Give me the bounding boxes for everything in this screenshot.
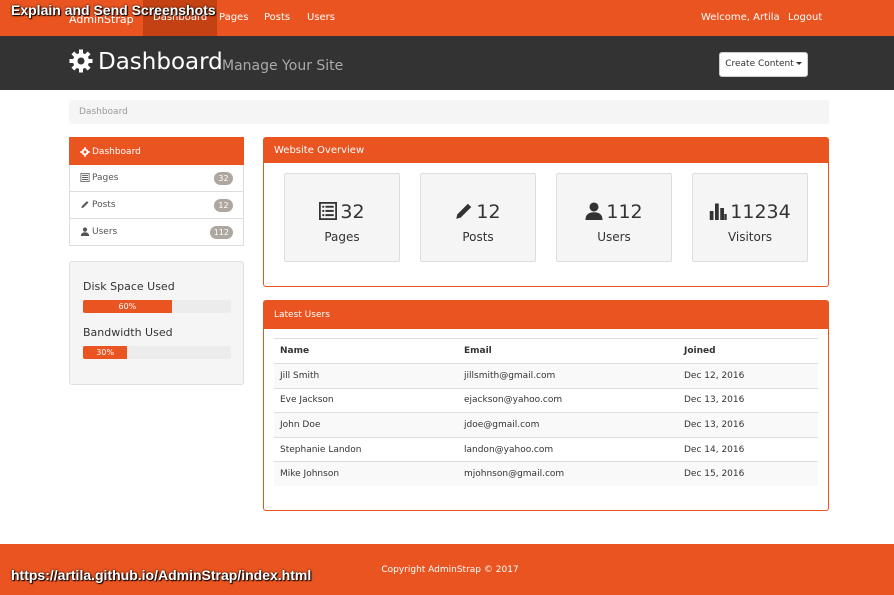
count-badge: 32 — [214, 172, 233, 185]
nav-users[interactable]: Users — [307, 0, 335, 36]
table-row: John Doe jdoe@gmail.com Dec 13, 2016 — [274, 412, 818, 438]
stat-value: 112 — [557, 201, 671, 223]
count-badge: 12 — [214, 199, 233, 212]
user-icon — [585, 202, 603, 220]
footer: Copyright AdminStrap © 2017 https://arti… — [0, 544, 894, 595]
panel-heading: Latest Users — [264, 301, 828, 329]
panel-heading: Website Overview — [264, 138, 828, 163]
user-name: Eve Jackson — [274, 388, 458, 414]
page-subtitle: Manage Your Site — [222, 58, 344, 74]
latest-users-panel: Latest Users Name Email Joined Jill Smit… — [263, 300, 829, 511]
sidebar-item-label: Users — [92, 227, 118, 237]
caret-down-icon — [795, 62, 802, 65]
nav-welcome[interactable]: Welcome, Artila — [701, 0, 780, 36]
user-name: Stephanie Landon — [274, 437, 458, 463]
usage-well: Disk Space Used 60% Bandwidth Used 30% — [69, 261, 244, 385]
sidebar-item-label: Pages — [92, 173, 119, 183]
breadcrumb-item[interactable]: Dashboard — [79, 107, 128, 117]
sidebar-item-label: Posts — [92, 200, 116, 210]
stat-label: Pages — [324, 230, 360, 244]
pencil-icon — [81, 201, 89, 209]
table-header-row: Name Email Joined — [274, 338, 818, 364]
create-content-label: Create Content — [725, 59, 794, 69]
disk-space-fill: 60% — [83, 300, 172, 313]
stat-posts: 12 Posts — [420, 173, 536, 262]
user-email: jdoe@gmail.com — [458, 412, 678, 438]
user-joined: Dec 12, 2016 — [678, 363, 818, 389]
bandwidth-label: Bandwidth Used — [83, 326, 173, 339]
user-joined: Dec 15, 2016 — [678, 461, 818, 487]
stat-visitors: 11234 Visitors — [692, 173, 808, 262]
list-icon — [319, 202, 338, 221]
breadcrumb: Dashboard — [69, 100, 829, 124]
stat-value: 11234 — [693, 201, 807, 223]
nav-pages[interactable]: Pages — [219, 0, 248, 36]
gear-icon — [80, 146, 90, 157]
stat-label: Users — [597, 230, 631, 244]
gear-icon — [69, 49, 93, 73]
stat-value: 12 — [421, 201, 535, 223]
website-overview-panel: Website Overview 32 Pages 12 Posts 112 U… — [263, 137, 829, 287]
list-icon — [80, 173, 90, 182]
user-email: landon@yahoo.com — [458, 437, 678, 463]
user-joined: Dec 13, 2016 — [678, 388, 818, 414]
sidebar-item-posts[interactable]: Posts 12 — [69, 192, 244, 219]
user-name: Mike Johnson — [274, 461, 458, 487]
user-name: Jill Smith — [274, 363, 458, 389]
pencil-icon — [456, 203, 472, 219]
count-badge: 112 — [209, 226, 233, 239]
user-email: mjohnson@gmail.com — [458, 461, 678, 487]
column-header: Email — [458, 338, 678, 364]
overlay-url: https://artila.github.io/AdminStrap/inde… — [11, 567, 312, 583]
sidebar-item-users[interactable]: Users 112 — [69, 219, 244, 246]
sidebar-item-dashboard[interactable]: Dashboard — [69, 137, 244, 165]
stat-users: 112 Users — [556, 173, 672, 262]
top-navbar: AdminStrap Dashboard Pages Posts Users W… — [0, 0, 894, 36]
bar-chart-icon — [710, 203, 727, 220]
disk-space-progress: 60% — [83, 300, 231, 313]
user-name: John Doe — [274, 412, 458, 438]
user-joined: Dec 13, 2016 — [678, 412, 818, 438]
overlay-title: Explain and Send Screenshots — [11, 2, 216, 18]
user-email: jillsmith@gmail.com — [458, 363, 678, 389]
stat-label: Visitors — [727, 230, 773, 244]
sidebar-item-pages[interactable]: Pages 32 — [69, 165, 244, 192]
nav-logout[interactable]: Logout — [788, 0, 822, 36]
user-email: ejackson@yahoo.com — [458, 388, 678, 414]
table-row: Jill Smith jillsmith@gmail.com Dec 12, 2… — [274, 363, 818, 389]
user-icon — [80, 227, 90, 236]
users-table: Name Email Joined Jill Smith jillsmith@g… — [274, 338, 818, 487]
sidebar-item-label: Dashboard — [92, 147, 141, 157]
disk-space-label: Disk Space Used — [83, 280, 175, 293]
bandwidth-progress: 30% — [83, 346, 231, 359]
table-row: Eve Jackson ejackson@yahoo.com Dec 13, 2… — [274, 388, 818, 414]
nav-posts[interactable]: Posts — [264, 0, 290, 36]
page-title: Dashboard — [98, 49, 223, 75]
sidebar-list: Dashboard Pages 32 Posts 12 Users 112 — [69, 137, 244, 246]
table-row: Mike Johnson mjohnson@gmail.com Dec 15, … — [274, 461, 818, 487]
stat-value: 32 — [285, 201, 399, 223]
table-row: Stephanie Landon landon@yahoo.com Dec 14… — [274, 437, 818, 463]
stat-pages: 32 Pages — [284, 173, 400, 262]
user-joined: Dec 14, 2016 — [678, 437, 818, 463]
bandwidth-fill: 30% — [83, 346, 128, 359]
page-header: Dashboard Manage Your Site Create Conten… — [0, 36, 894, 90]
create-content-button[interactable]: Create Content — [719, 52, 808, 77]
column-header: Name — [274, 338, 458, 364]
column-header: Joined — [678, 338, 818, 364]
stat-label: Posts — [462, 230, 494, 244]
